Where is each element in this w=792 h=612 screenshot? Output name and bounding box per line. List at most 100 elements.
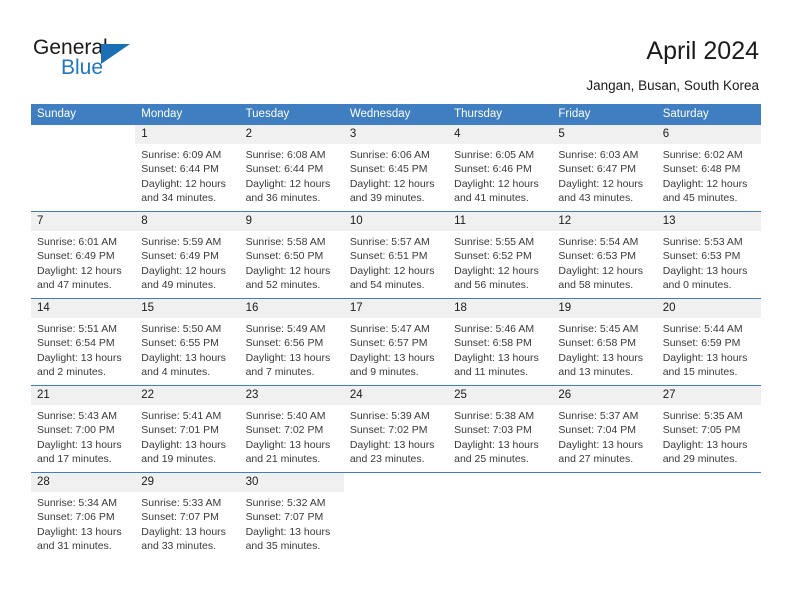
daylight-text-line1: Daylight: 12 hours — [662, 177, 748, 190]
calendar-day-cell[interactable]: 26 Sunrise: 5:37 AM Sunset: 7:04 PM Dayligh… — [552, 386, 657, 472]
calendar-day-cell[interactable]: 5 Sunrise: 6:03 AM Sunset: 6:47 PM Daylight… — [552, 125, 657, 211]
calendar-day-cell[interactable]: 21 Sunrise: 5:43 AM Sunset: 7:00 PM Dayligh… — [31, 386, 136, 472]
sunset-text: Sunset: 6:56 PM — [245, 337, 324, 350]
calendar-day-cell[interactable]: 23 Sunrise: 5:40 AM Sunset: 7:02 PM Dayligh… — [239, 386, 344, 472]
day-details: Sunrise: 5:45 AM Sunset: 6:58 PM Daylight:… — [552, 318, 656, 385]
sunrise-text: Sunrise: 5:44 AM — [662, 323, 743, 335]
day-number: 10 — [343, 212, 449, 231]
sunset-text: Sunset: 6:58 PM — [454, 337, 532, 350]
day-details: Sunrise: 5:55 AM Sunset: 6:52 PM Daylight:… — [448, 231, 552, 298]
calendar-day-cell[interactable]: 15 Sunrise: 5:50 AM Sunset: 6:55 PM Dayligh… — [135, 299, 240, 385]
daylight-text-line2: and 56 minutes. — [454, 278, 529, 291]
triangle-icon — [101, 44, 130, 64]
day-details: Sunrise: 5:40 AM Sunset: 7:02 PM Daylight:… — [240, 405, 344, 472]
daylight-text-line1: Daylight: 13 hours — [558, 438, 644, 451]
day-number: 9 — [239, 212, 344, 231]
sunrise-text: Sunrise: 5:51 AM — [37, 323, 117, 335]
calendar-week-row: 21 Sunrise: 5:43 AM Sunset: 7:00 PM Dayligh… — [31, 385, 761, 472]
sunrise-text: Sunrise: 5:53 AM — [662, 236, 743, 248]
calendar-day-cell[interactable]: 8 Sunrise: 5:59 AM Sunset: 6:49 PM Daylight… — [135, 212, 240, 298]
daylight-text-line2: and 39 minutes. — [349, 191, 425, 204]
daylight-text-line1: Daylight: 13 hours — [245, 438, 331, 451]
calendar-day-cell[interactable]: 10 Sunrise: 5:57 AM Sunset: 6:51 PM Dayligh… — [343, 212, 449, 298]
day-details — [448, 492, 552, 559]
calendar-day-cell[interactable]: 22 Sunrise: 5:41 AM Sunset: 7:01 PM Dayligh… — [135, 386, 240, 472]
day-details: Sunrise: 6:03 AM Sunset: 6:47 PM Daylight:… — [552, 144, 656, 211]
day-details — [31, 144, 135, 211]
calendar-day-cell[interactable]: 7 Sunrise: 6:01 AM Sunset: 6:49 PM Daylight… — [31, 212, 136, 298]
day-number — [343, 473, 449, 492]
daylight-text-line2: and 2 minutes. — [37, 365, 106, 378]
daylight-text-line1: Daylight: 13 hours — [245, 525, 331, 538]
day-details: Sunrise: 5:51 AM Sunset: 6:54 PM Daylight:… — [31, 318, 135, 385]
daylight-text-line2: and 35 minutes. — [245, 539, 321, 552]
day-details: Sunrise: 5:49 AM Sunset: 6:56 PM Daylight:… — [240, 318, 344, 385]
dow-friday: Friday — [558, 108, 591, 120]
daylight-text-line1: Daylight: 13 hours — [141, 438, 226, 451]
sunset-text: Sunset: 6:51 PM — [349, 250, 428, 263]
calendar-week-cells: 7 Sunrise: 6:01 AM Sunset: 6:49 PM Daylight… — [31, 212, 761, 298]
day-number: 12 — [552, 212, 657, 231]
calendar-week-row: 28 Sunrise: 5:34 AM Sunset: 7:06 PM Dayligh… — [31, 472, 761, 559]
daylight-text-line1: Daylight: 12 hours — [245, 264, 331, 277]
calendar-day-cell[interactable]: 24 Sunrise: 5:39 AM Sunset: 7:02 PM Dayligh… — [343, 386, 449, 472]
daylight-text-line1: Daylight: 13 hours — [37, 438, 122, 451]
calendar-day-cell[interactable]: 1 Sunrise: 6:09 AM Sunset: 6:44 PM Daylight… — [135, 125, 240, 211]
calendar-day-cell[interactable]: 28 Sunrise: 5:34 AM Sunset: 7:06 PM Dayligh… — [31, 473, 136, 559]
calendar-day-cell[interactable]: 30 Sunrise: 5:32 AM Sunset: 7:07 PM Dayligh… — [239, 473, 344, 559]
day-number: 24 — [343, 386, 449, 405]
calendar-day-cell[interactable]: 16 Sunrise: 5:49 AM Sunset: 6:56 PM Dayligh… — [239, 299, 344, 385]
calendar-day-cell[interactable]: 9 Sunrise: 5:58 AM Sunset: 6:50 PM Daylight… — [239, 212, 344, 298]
calendar-day-cell[interactable]: 4 Sunrise: 6:05 AM Sunset: 6:46 PM Daylight… — [448, 125, 553, 211]
calendar-day-cell[interactable]: 17 Sunrise: 5:47 AM Sunset: 6:57 PM Dayligh… — [343, 299, 449, 385]
daylight-text-line1: Daylight: 13 hours — [662, 351, 748, 364]
calendar-day-cell[interactable]: 6 Sunrise: 6:02 AM Sunset: 6:48 PM Daylight… — [656, 125, 761, 211]
daylight-text-line2: and 34 minutes. — [141, 191, 216, 204]
day-details: Sunrise: 5:33 AM Sunset: 7:07 PM Daylight:… — [135, 492, 239, 559]
calendar-day-cell[interactable]: 2 Sunrise: 6:08 AM Sunset: 6:44 PM Daylight… — [239, 125, 344, 211]
daylight-text-line2: and 58 minutes. — [558, 278, 634, 291]
calendar-day-cell[interactable]: 20 Sunrise: 5:44 AM Sunset: 6:59 PM Dayligh… — [656, 299, 761, 385]
daylight-text-line2: and 9 minutes. — [349, 365, 419, 378]
daylight-text-line1: Daylight: 12 hours — [454, 264, 539, 277]
logo-text-blue: Blue — [61, 56, 104, 79]
sunset-text: Sunset: 7:07 PM — [245, 511, 324, 524]
daylight-text-line1: Daylight: 13 hours — [245, 351, 331, 364]
daylight-text-line2: and 21 minutes. — [245, 452, 321, 465]
sunset-text: Sunset: 7:02 PM — [349, 424, 428, 437]
day-number: 13 — [656, 212, 761, 231]
calendar-day-cell[interactable]: 11 Sunrise: 5:55 AM Sunset: 6:52 PM Dayligh… — [448, 212, 553, 298]
calendar-day-cell[interactable]: 18 Sunrise: 5:46 AM Sunset: 6:58 PM Dayligh… — [448, 299, 553, 385]
general-blue-logo[interactable]: General Blue — [33, 36, 233, 86]
day-number: 8 — [135, 212, 240, 231]
sunrise-text: Sunrise: 5:43 AM — [37, 410, 117, 422]
sunrise-text: Sunrise: 6:06 AM — [349, 149, 430, 161]
page-title: April 2024 — [646, 37, 759, 65]
calendar-week-cells: 14 Sunrise: 5:51 AM Sunset: 6:54 PM Dayligh… — [31, 299, 761, 385]
sunrise-text: Sunrise: 5:47 AM — [349, 323, 430, 335]
sunset-text: Sunset: 6:52 PM — [454, 250, 532, 263]
calendar-day-cell[interactable]: 29 Sunrise: 5:33 AM Sunset: 7:07 PM Dayligh… — [135, 473, 240, 559]
daylight-text-line1: Daylight: 13 hours — [454, 438, 539, 451]
sunrise-text: Sunrise: 6:08 AM — [245, 149, 326, 161]
calendar-day-cell[interactable]: 12 Sunrise: 5:54 AM Sunset: 6:53 PM Dayligh… — [552, 212, 657, 298]
daylight-text-line2: and 54 minutes. — [349, 278, 425, 291]
calendar-day-cell[interactable]: 27 Sunrise: 5:35 AM Sunset: 7:05 PM Dayligh… — [656, 386, 761, 472]
day-of-week-header-row: Sunday Monday Tuesday Wednesday Thursday… — [31, 104, 761, 125]
calendar-day-cell[interactable]: 14 Sunrise: 5:51 AM Sunset: 6:54 PM Dayligh… — [31, 299, 136, 385]
sunset-text: Sunset: 6:53 PM — [662, 250, 741, 263]
calendar-day-cell[interactable]: 25 Sunrise: 5:38 AM Sunset: 7:03 PM Dayligh… — [448, 386, 553, 472]
day-details: Sunrise: 6:09 AM Sunset: 6:44 PM Daylight:… — [135, 144, 239, 211]
day-details: Sunrise: 6:05 AM Sunset: 6:46 PM Daylight:… — [448, 144, 552, 211]
daylight-text-line1: Daylight: 12 hours — [454, 177, 539, 190]
sunrise-text: Sunrise: 5:37 AM — [558, 410, 639, 422]
calendar-day-cell[interactable]: 3 Sunrise: 6:06 AM Sunset: 6:45 PM Daylight… — [343, 125, 449, 211]
calendar-day-cell[interactable]: 19 Sunrise: 5:45 AM Sunset: 6:58 PM Dayligh… — [552, 299, 657, 385]
daylight-text-line1: Daylight: 12 hours — [141, 177, 226, 190]
calendar-day-cell[interactable]: 13 Sunrise: 5:53 AM Sunset: 6:53 PM Dayligh… — [656, 212, 761, 298]
day-number: 11 — [448, 212, 553, 231]
day-details: Sunrise: 5:35 AM Sunset: 7:05 PM Daylight:… — [657, 405, 761, 472]
day-details: Sunrise: 6:02 AM Sunset: 6:48 PM Daylight:… — [657, 144, 761, 211]
sunrise-text: Sunrise: 5:50 AM — [141, 323, 222, 335]
daylight-text-line1: Daylight: 13 hours — [349, 438, 435, 451]
